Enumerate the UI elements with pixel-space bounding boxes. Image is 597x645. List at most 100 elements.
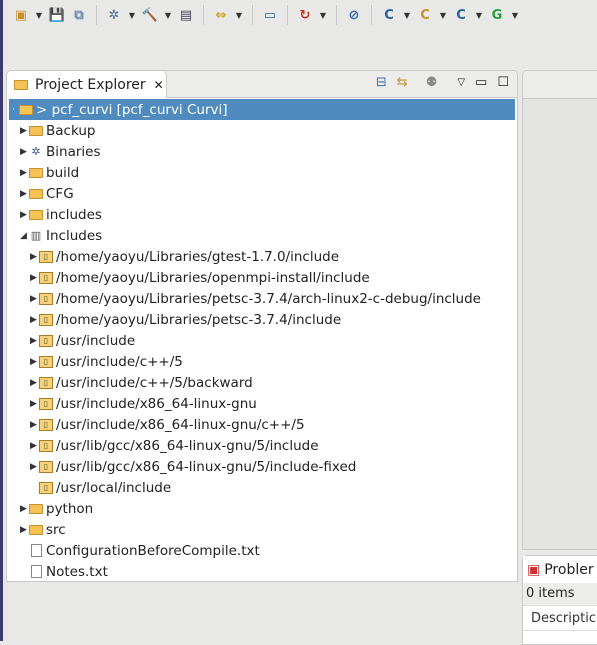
dropdown-arrow-icon[interactable]: ▼ [126,11,138,20]
tree-item-label: /home/yaoyu/Libraries/petsc-3.7.4/arch-l… [56,290,481,307]
dropdown-arrow-icon[interactable]: ▼ [437,11,449,20]
save-icon[interactable]: 💾 [47,5,67,25]
expand-arrow-icon[interactable]: ▶ [29,294,38,304]
expand-arrow-icon[interactable]: ▶ [19,189,28,199]
tree-item[interactable]: ▶ ▯/usr/include/x86_64-linux-gnu [9,393,515,414]
tree-item-label: build [46,164,80,181]
tree-item[interactable]: ▶ src [9,519,515,540]
include-folder-icon: ▯ [38,271,54,285]
new-class-icon[interactable]: G [487,5,507,25]
problems-count: 0 items [523,583,597,605]
tree-root-project[interactable]: · > pcf_curvi [pcf_curvi Curvi] [9,99,515,120]
toolbar-separator [203,5,204,25]
new-c-file-icon[interactable]: C [451,5,471,25]
expand-arrow-icon[interactable]: ▶ [29,441,38,451]
folder-icon [28,208,44,222]
dropdown-arrow-icon[interactable]: ▼ [162,11,174,20]
dropdown-arrow-icon[interactable]: ▼ [233,11,245,20]
expand-arrow-icon[interactable]: ▶ [29,273,38,283]
expand-arrow-icon[interactable]: ▶ [29,315,38,325]
expand-arrow-icon[interactable]: ▶ [29,252,38,262]
tree-item-label: Notes.txt [46,563,108,580]
tree-item[interactable]: ▶ includes [9,204,515,225]
debug-icon[interactable]: ✲ [104,5,124,25]
tree-item[interactable]: ▶ ▯/usr/include/c++/5/backward [9,372,515,393]
close-icon[interactable]: ✕ [154,78,164,92]
breakpoint-icon[interactable]: ⊘ [344,5,364,25]
save-all-icon[interactable]: ⧉ [69,5,89,25]
expand-arrow-icon[interactable]: ▶ [29,420,38,430]
binary-icon[interactable]: ▤ [176,5,196,25]
link-editor-icon[interactable]: ⇆ [397,75,408,90]
tree-item[interactable]: ▶ Backup [9,120,515,141]
tree-item[interactable]: ▶ ▯/home/yaoyu/Libraries/gtest-1.7.0/incl… [9,246,515,267]
build-icon[interactable]: 🔨 [140,5,160,25]
expanded-arrow-icon[interactable]: ◢ [19,231,28,241]
include-folder-icon: ▯ [38,460,54,474]
tree-item[interactable]: ▶ ▯/home/yaoyu/Libraries/petsc-3.7.4/incl… [9,309,515,330]
include-folder-icon: ▯ [38,439,54,453]
tree-item[interactable]: ▶ ✲ Binaries [9,141,515,162]
include-folder-icon: ▯ [38,250,54,264]
expand-arrow-icon[interactable]: ▶ [19,168,28,178]
new-c-project-icon[interactable]: C [379,5,399,25]
tree-item[interactable]: ▶ ▯/usr/include/c++/5 [9,351,515,372]
tree-item[interactable]: ◢ ▥ Includes [9,225,515,246]
expand-arrow-icon[interactable]: ▶ [19,210,28,220]
tree-item[interactable]: ▶ python [9,498,515,519]
tree-item[interactable]: ▶ ▯/usr/include/x86_64-linux-gnu/c++/5 [9,414,515,435]
tree-item-label: > pcf_curvi [pcf_curvi Curvi] [36,101,228,118]
column-description[interactable]: Descriptic [523,605,597,631]
minimize-icon[interactable]: ▭ [475,75,487,90]
run-icon[interactable]: ↻ [295,5,315,25]
folder-icon [28,124,44,138]
toolbar-separator [96,5,97,25]
expand-arrow-icon[interactable]: ▶ [29,357,38,367]
tree-item[interactable]: ▶ ▯/usr/lib/gcc/x86_64-linux-gnu/5/includ… [9,456,515,477]
expand-arrow-icon[interactable]: ▶ [19,504,28,514]
expand-arrow-icon[interactable]: ▶ [29,336,38,346]
tree-item-label: Backup [46,122,96,139]
maximize-icon[interactable]: ☐ [497,75,509,90]
tree-item[interactable]: ConfigurationBeforeCompile.txt [9,540,515,561]
dropdown-arrow-icon[interactable]: ▼ [509,11,521,20]
dropdown-arrow-icon[interactable]: ▼ [33,11,45,20]
include-folder-icon: ▯ [38,481,54,495]
binaries-icon: ✲ [31,145,41,158]
tab-project-explorer[interactable]: Project Explorer ✕ [7,71,167,98]
tab-problems[interactable]: ▣ Probler [523,556,597,583]
new-icon[interactable]: ▣ [11,5,31,25]
dropdown-arrow-icon[interactable]: ▼ [473,11,485,20]
expand-arrow-icon[interactable]: ▶ [19,147,28,157]
new-cpp-class-icon[interactable]: C [415,5,435,25]
tree-item-label: /usr/local/include [56,479,172,496]
folder-icon [28,187,44,201]
tree-item[interactable]: Notes.txt [9,561,515,582]
tree-item[interactable]: ▶ ▯/usr/lib/gcc/x86_64-linux-gnu/5/includ… [9,435,515,456]
tree-item[interactable]: ▶ CFG [9,183,515,204]
view-menu-icon[interactable]: ▽ [457,77,465,88]
project-explorer-icon [13,78,29,92]
terminal-icon[interactable]: ▭ [260,5,280,25]
toolbar-separator [252,5,253,25]
tree-item-label: /home/yaoyu/Libraries/petsc-3.7.4/includ… [56,311,342,328]
tree-item[interactable]: ▶ ▯/home/yaoyu/Libraries/petsc-3.7.4/arch… [9,288,515,309]
expand-arrow-icon[interactable]: ▶ [29,378,38,388]
expand-arrow-icon[interactable]: ▶ [19,525,28,535]
toolbar-separator [371,5,372,25]
dropdown-arrow-icon[interactable]: ▼ [317,11,329,20]
include-folder-icon: ▯ [38,334,54,348]
expand-arrow-icon[interactable]: ▶ [29,462,38,472]
toggle-icon[interactable]: ⇔ [211,5,231,25]
expand-arrow-icon[interactable]: ▶ [29,399,38,409]
expand-arrow-icon[interactable]: ▶ [19,126,28,136]
tree-item[interactable]: ▶ ▯/usr/include [9,330,515,351]
dropdown-arrow-icon[interactable]: ▼ [401,11,413,20]
collapse-arrow-icon[interactable]: · [9,105,18,115]
filter-icon[interactable]: ⚉ [426,75,438,90]
tree-item[interactable]: ▶ build [9,162,515,183]
collapse-all-icon[interactable]: ⊟ [376,75,387,90]
tree-item[interactable]: ▯/usr/local/include [9,477,515,498]
tree-item-label: /usr/include/c++/5/backward [56,374,253,391]
tree-item[interactable]: ▶ ▯/home/yaoyu/Libraries/openmpi-install/… [9,267,515,288]
